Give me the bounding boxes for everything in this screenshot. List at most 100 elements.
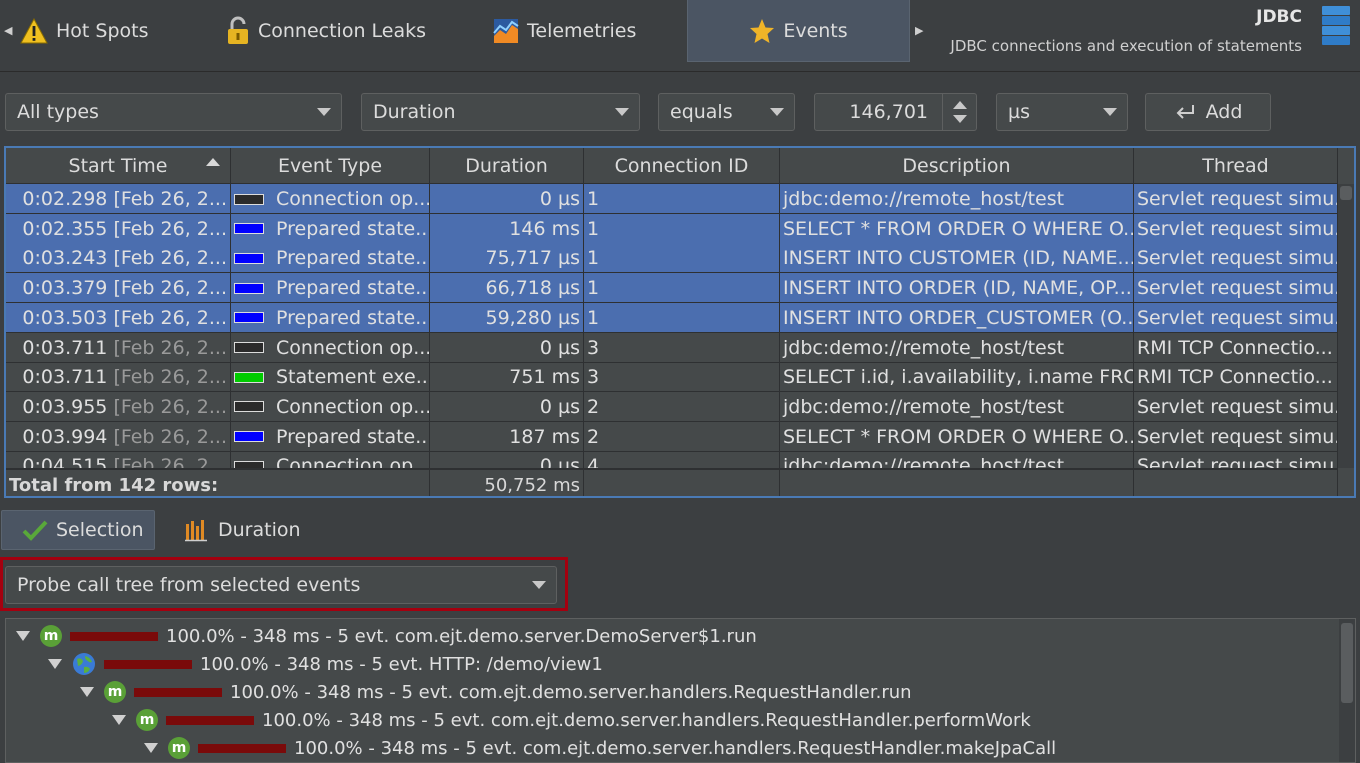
column-header-start-time[interactable]: Start Time xyxy=(6,148,231,184)
cell-start-time: 0:03.711 [Feb 26, 2... xyxy=(6,362,231,393)
cell-start-time: 0:02.298 [Feb 26, 2... xyxy=(6,184,231,214)
cell-thread: RMI TCP Connectio... xyxy=(1134,332,1338,363)
scroll-right-icon[interactable]: ▶ xyxy=(915,24,923,37)
tab-telemetries[interactable]: Telemetries xyxy=(493,0,673,62)
cell-start-time: 0:03.243 [Feb 26, 2... xyxy=(6,243,231,274)
cell-duration: 75,717 µs xyxy=(430,243,584,274)
start-date: [Feb 26, 2... xyxy=(113,247,227,270)
expand-toggle-icon[interactable] xyxy=(144,743,158,753)
cell-thread: Servlet request simu... xyxy=(1134,302,1338,333)
totals-row: Total from 142 rows: 50,752 ms xyxy=(6,468,1338,496)
cell-description: SELECT * FROM ORDER O WHERE O... xyxy=(780,213,1134,244)
event-type: Statement exe... xyxy=(276,366,430,389)
cell-start-time: 0:02.355 [Feb 26, 2... xyxy=(6,213,231,244)
tab-label: Hot Spots xyxy=(56,20,149,42)
table-row[interactable]: 0:03.503 [Feb 26, 2... Prepared state... 5… xyxy=(6,302,1338,333)
tab-label: Telemetries xyxy=(527,20,637,42)
total-empty-cell xyxy=(584,470,780,496)
column-header-event-type[interactable]: Event Type xyxy=(231,148,430,184)
tree-node-label: 100.0% - 348 ms - 5 evt. com.ejt.demo.se… xyxy=(230,681,912,703)
filter-field-value: Duration xyxy=(373,101,456,123)
events-table: Start Time Event Type Duration Connectio… xyxy=(4,146,1356,498)
column-header-description[interactable]: Description xyxy=(780,148,1134,184)
increment-icon[interactable] xyxy=(953,101,967,109)
tab-duration[interactable]: Duration xyxy=(180,510,320,550)
start-date: [Feb 26, 2... xyxy=(113,336,227,359)
expand-toggle-icon[interactable] xyxy=(48,659,62,669)
value-spinner[interactable]: 146,701 xyxy=(814,93,977,131)
filter-value-input[interactable]: 146,701 xyxy=(849,101,928,123)
spinner-buttons[interactable] xyxy=(942,94,976,130)
lock-icon xyxy=(226,16,250,46)
start-date: [Feb 26, 2... xyxy=(113,277,227,300)
expand-toggle-icon[interactable] xyxy=(112,715,126,725)
column-label: Start Time xyxy=(68,155,168,177)
column-header-duration[interactable]: Duration xyxy=(430,148,584,184)
decrement-icon[interactable] xyxy=(953,115,967,123)
event-color-swatch xyxy=(234,371,264,383)
total-empty-cell xyxy=(1134,470,1338,496)
method-icon: m xyxy=(136,709,158,731)
operator-filter[interactable]: equals xyxy=(658,93,795,131)
cell-description: SELECT i.id, i.availability, i.name FRO.… xyxy=(780,362,1134,393)
add-filter-button[interactable]: Add xyxy=(1145,93,1271,131)
table-row[interactable]: 0:02.298 [Feb 26, 2... Connection op... 0 … xyxy=(6,184,1338,214)
start-date: [Feb 26, 2... xyxy=(113,366,227,389)
scrollbar-thumb[interactable] xyxy=(1340,186,1352,200)
event-color-swatch xyxy=(234,431,264,443)
cell-event-type: Prepared state... xyxy=(231,302,430,333)
cell-start-time: 0:03.379 [Feb 26, 2... xyxy=(6,273,231,304)
table-row[interactable]: 0:02.355 [Feb 26, 2... Prepared state... 1… xyxy=(6,213,1338,244)
cell-duration: 187 ms xyxy=(430,421,584,452)
table-row[interactable]: 0:03.243 [Feb 26, 2... Prepared state... 7… xyxy=(6,243,1338,274)
column-header-thread[interactable]: Thread xyxy=(1134,148,1338,184)
cell-connection-id: 3 xyxy=(584,332,780,363)
scrollbar-thumb[interactable] xyxy=(1341,623,1353,703)
start-time: 0:03.994 xyxy=(22,425,108,448)
column-header-connection-id[interactable]: Connection ID xyxy=(584,148,780,184)
tree-node[interactable]: m 100.0% - 348 ms - 5 evt. com.ejt.demo.s… xyxy=(112,706,1031,734)
tab-selection[interactable]: Selection xyxy=(1,510,155,550)
call-tree: m 100.0% - 348 ms - 5 evt. com.ejt.demo.s… xyxy=(5,618,1356,763)
cell-description: jdbc:demo://remote_host/test xyxy=(780,391,1134,422)
table-scrollbar[interactable] xyxy=(1338,184,1354,468)
table-row[interactable]: 0:03.711 [Feb 26, 2... Connection op... 0 … xyxy=(6,332,1338,363)
probe-view-dropdown[interactable]: Probe call tree from selected events xyxy=(5,566,557,604)
column-label: Connection ID xyxy=(614,155,749,177)
table-row[interactable]: 0:03.711 [Feb 26, 2... Statement exe... 75… xyxy=(6,362,1338,393)
cell-thread: Servlet request simu... xyxy=(1134,213,1338,244)
tree-node[interactable]: m 100.0% - 348 ms - 5 evt. com.ejt.demo.s… xyxy=(144,734,1056,762)
tree-node[interactable]: 100.0% - 348 ms - 5 evt. HTTP: /demo/vie… xyxy=(48,650,603,678)
event-type: Prepared state... xyxy=(276,217,430,240)
event-color-swatch xyxy=(234,312,264,324)
tree-scrollbar[interactable] xyxy=(1339,619,1355,762)
tree-node[interactable]: m 100.0% - 348 ms - 5 evt. com.ejt.demo.s… xyxy=(16,622,757,650)
field-filter[interactable]: Duration xyxy=(361,93,640,131)
scroll-left-icon[interactable]: ◀ xyxy=(4,24,12,37)
chevron-down-icon xyxy=(1103,108,1117,116)
table-row[interactable]: 0:03.379 [Feb 26, 2... Prepared state... 6… xyxy=(6,273,1338,304)
cell-thread: Servlet request simu... xyxy=(1134,421,1338,452)
start-time: 0:03.379 xyxy=(22,277,108,300)
cell-connection-id: 2 xyxy=(584,391,780,422)
cell-event-type: Statement exe... xyxy=(231,362,430,393)
expand-toggle-icon[interactable] xyxy=(16,631,30,641)
tab-connection-leaks[interactable]: Connection Leaks xyxy=(226,0,466,62)
tab-hot-spots[interactable]: Hot Spots xyxy=(20,0,200,62)
unit-filter[interactable]: µs xyxy=(996,93,1128,131)
cell-event-type: Connection op... xyxy=(231,391,430,422)
cell-event-type: Prepared state... xyxy=(231,273,430,304)
percentage-bar xyxy=(166,715,254,725)
chevron-down-icon xyxy=(317,108,331,116)
table-row[interactable]: 0:03.955 [Feb 26, 2... Connection op... 0 … xyxy=(6,391,1338,422)
table-row[interactable]: 0:03.994 [Feb 26, 2... Prepared state... 1… xyxy=(6,421,1338,452)
event-type-filter[interactable]: All types xyxy=(5,93,342,131)
cell-duration: 0 µs xyxy=(430,391,584,422)
star-icon xyxy=(749,18,775,44)
start-time: 0:02.298 xyxy=(22,188,108,210)
tree-node[interactable]: m 100.0% - 348 ms - 5 evt. com.ejt.demo.s… xyxy=(80,678,912,706)
cell-start-time: 0:03.955 [Feb 26, 2... xyxy=(6,391,231,422)
expand-toggle-icon[interactable] xyxy=(80,687,94,697)
tree-node-label: 100.0% - 348 ms - 5 evt. com.ejt.demo.se… xyxy=(262,709,1031,731)
tab-events[interactable]: Events xyxy=(687,0,910,62)
